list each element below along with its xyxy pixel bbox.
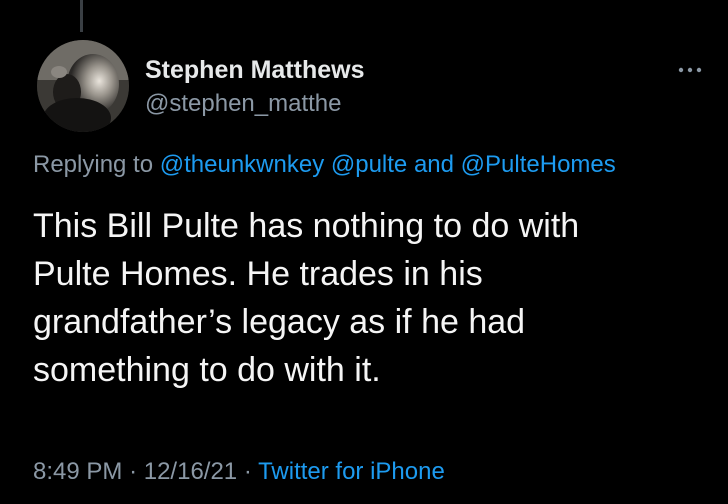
author-name[interactable]: Stephen Matthews bbox=[145, 56, 364, 85]
replying-to-label: Replying to bbox=[33, 151, 154, 178]
author-handle[interactable]: @stephen_matthe bbox=[145, 90, 342, 118]
tweet-time[interactable]: 8:49 PM bbox=[33, 458, 122, 485]
avatar-photo bbox=[37, 40, 129, 132]
meta-separator: · bbox=[243, 458, 252, 485]
tweet-metadata: 8:49 PM · 12/16/21 · Twitter for iPhone bbox=[33, 458, 445, 486]
tweet-text-line: grandfather’s legacy as if he had bbox=[33, 303, 526, 341]
thread-connector-line bbox=[80, 0, 83, 32]
tweet-text-line: Pulte Homes. He trades in his bbox=[33, 255, 483, 293]
tweet-text-line: This Bill Pulte has nothing to do with bbox=[33, 207, 580, 245]
tweet-source-link[interactable]: Twitter for iPhone bbox=[258, 458, 445, 485]
mention-conjunction: and bbox=[413, 151, 454, 178]
avatar[interactable] bbox=[37, 40, 129, 132]
tweet-date[interactable]: 12/16/21 bbox=[144, 458, 237, 485]
mention-theunkwnkey[interactable]: @theunkwnkey bbox=[160, 151, 324, 178]
mention-pultehomes[interactable]: @PulteHomes bbox=[461, 151, 616, 178]
meta-separator: · bbox=[129, 458, 138, 485]
more-options-button[interactable] bbox=[672, 58, 708, 82]
more-horizontal-icon bbox=[678, 67, 702, 73]
mention-pulte[interactable]: @pulte bbox=[331, 151, 407, 178]
tweet-text-line: something to do with it. bbox=[33, 351, 381, 389]
tweet-text: This Bill Pulte has nothing to do with P… bbox=[33, 202, 713, 394]
replying-to-line: Replying to @theunkwnkey @pulte and @Pul… bbox=[33, 151, 616, 179]
